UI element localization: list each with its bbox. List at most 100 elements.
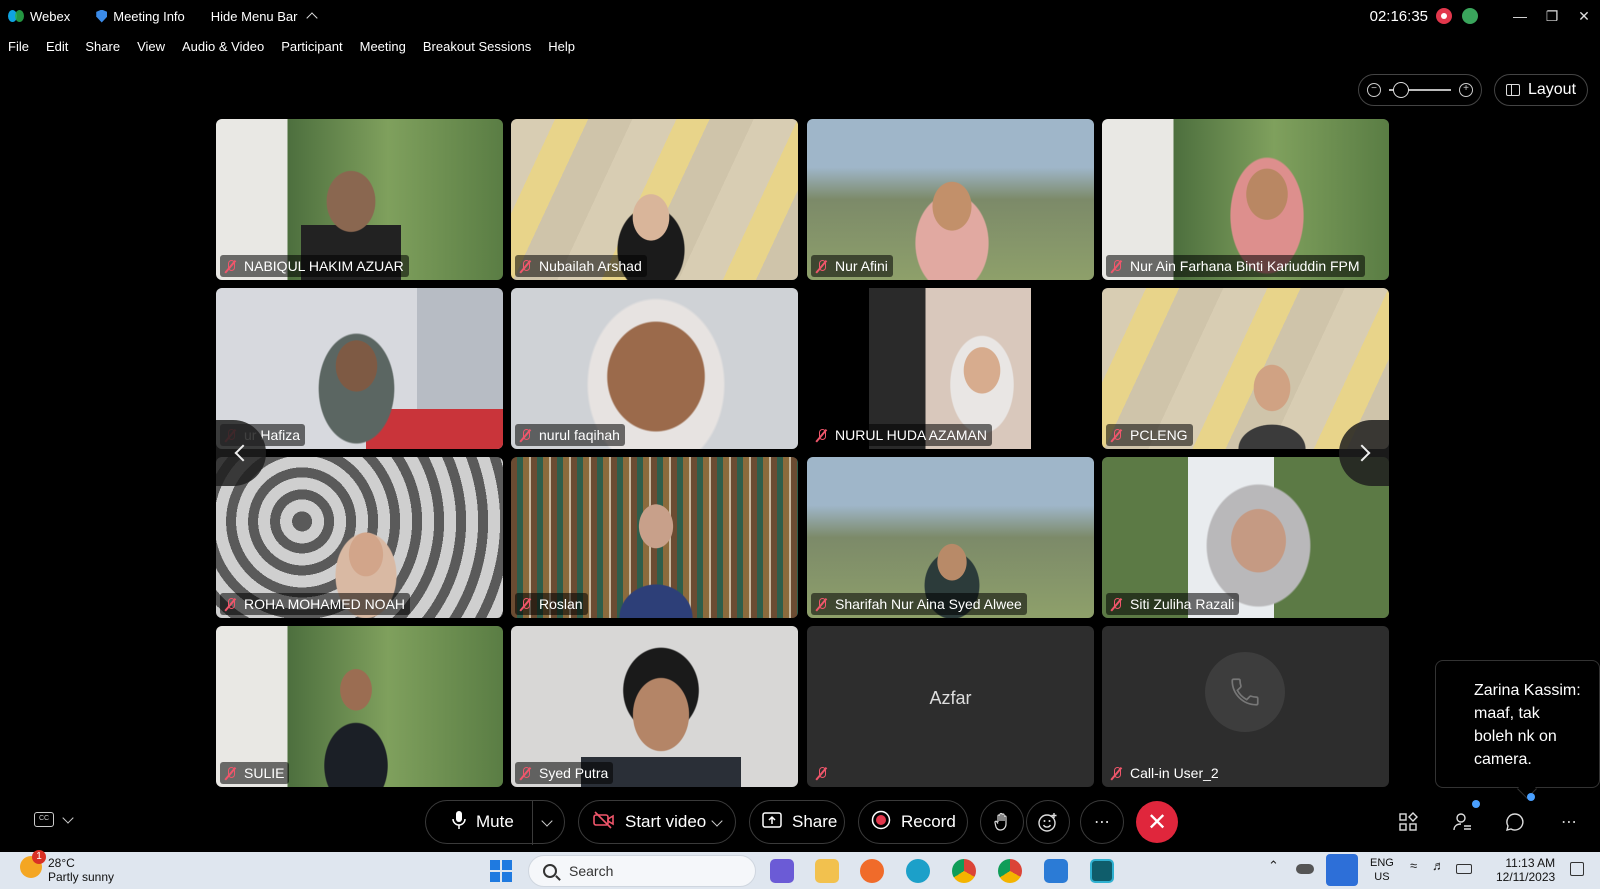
windows-start-icon[interactable] [490, 860, 512, 882]
video-tile[interactable]: Siti Zuliha Razali [1102, 457, 1389, 618]
chevron-up-icon[interactable]: ⌃ [1268, 858, 1279, 874]
participant-name: NABIQUL HAKIM AZUAR [244, 258, 404, 274]
zoom-slider[interactable] [1389, 82, 1451, 98]
participant-name-tag: Roslan [515, 593, 588, 615]
close-window-button[interactable]: ✕ [1568, 0, 1600, 32]
video-tile[interactable]: PCLENG [1102, 288, 1389, 449]
video-options-dropdown[interactable] [703, 801, 731, 845]
phone-icon [1205, 652, 1285, 732]
video-tile[interactable]: Nubailah Arshad [511, 119, 798, 280]
participants-button[interactable] [1450, 810, 1474, 834]
restore-button[interactable]: ❐ [1536, 0, 1568, 32]
menu-file[interactable]: File [8, 39, 29, 54]
menu-meeting[interactable]: Meeting [360, 39, 406, 54]
teams-app-icon[interactable] [770, 859, 794, 883]
network-health-icon[interactable] [1462, 8, 1478, 24]
file-explorer-icon[interactable] [815, 859, 839, 883]
record-icon [871, 810, 891, 835]
webex-taskbar-icon[interactable] [1090, 859, 1114, 883]
more-horizontal-icon: ⋯ [1561, 814, 1577, 831]
chevron-up-icon [305, 12, 318, 24]
muted-mic-icon [815, 428, 829, 443]
participant-name-tag: Syed Putra [515, 762, 614, 784]
video-tile[interactable]: Sharifah Nur Aina Syed Alwee [807, 457, 1094, 618]
meeting-info-button[interactable]: Meeting Info [96, 9, 185, 24]
app-title[interactable]: Webex [8, 9, 70, 24]
speaker-icon[interactable]: ♬ [1432, 858, 1445, 873]
chat-message-line: boleh nk on [1474, 728, 1557, 745]
taskbar-search[interactable]: Search [528, 855, 756, 887]
menu-edit[interactable]: Edit [46, 39, 68, 54]
notepad-icon[interactable] [1044, 859, 1068, 883]
video-tile[interactable]: Nur Ain Farhana Binti Kariuddin FPM [1102, 119, 1389, 280]
layout-button[interactable]: Layout [1494, 74, 1588, 106]
mute-button[interactable]: Mute [425, 800, 565, 845]
menu-audio-video[interactable]: Audio & Video [182, 39, 264, 54]
language-indicator[interactable]: ENG US [1370, 856, 1394, 884]
video-tile[interactable]: nurul faqihah [511, 288, 798, 449]
chevron-left-icon [234, 444, 252, 462]
closed-captions-icon: CC [34, 812, 54, 827]
search-label: Search [569, 863, 614, 879]
video-tile[interactable]: Roslan [511, 457, 798, 618]
more-panels-button[interactable]: ⋯ [1557, 810, 1581, 834]
language-code: ENG [1370, 857, 1394, 869]
menu-participant[interactable]: Participant [281, 39, 342, 54]
record-button[interactable]: Record [858, 800, 968, 844]
chrome-icon[interactable] [952, 859, 976, 883]
firefox-icon[interactable] [860, 859, 884, 883]
chat-notification[interactable]: Zarina Kassim: maaf, tak boleh nk on cam… [1435, 660, 1600, 788]
avatar-tile[interactable]: Azfar [807, 626, 1094, 787]
participant-name: Roslan [539, 596, 583, 612]
participant-name-tag: NURUL HUDA AZAMAN [811, 424, 992, 446]
chat-button[interactable] [1503, 810, 1527, 834]
audio-options-dropdown[interactable] [532, 801, 560, 845]
participant-name: Syed Putra [539, 765, 609, 781]
start-video-button[interactable]: Start video [578, 800, 736, 844]
participant-name-tag: Nubailah Arshad [515, 255, 647, 277]
menu-breakout-sessions[interactable]: Breakout Sessions [423, 39, 531, 54]
leave-meeting-button[interactable]: ✕ [1136, 801, 1178, 843]
system-clock[interactable]: 11:13 AM 12/11/2023 [1496, 856, 1555, 884]
minimize-button[interactable]: — [1504, 0, 1536, 32]
notifications-icon[interactable] [1570, 862, 1584, 876]
recording-indicator-icon[interactable] [1436, 8, 1452, 24]
video-tile[interactable]: Syed Putra [511, 626, 798, 787]
zoom-in-icon[interactable]: + [1459, 83, 1473, 97]
video-tile[interactable]: NURUL HUDA AZAMAN [807, 288, 1094, 449]
participant-name: Nur Afini [835, 258, 888, 274]
microphone-in-use-icon[interactable] [1326, 854, 1358, 886]
muted-mic-icon [519, 428, 533, 443]
edge-icon[interactable] [906, 859, 930, 883]
captions-button[interactable]: CC [34, 811, 74, 827]
menu-view[interactable]: View [137, 39, 165, 54]
video-tile[interactable]: ur Hafiza [216, 288, 503, 449]
hide-menu-bar-button[interactable]: Hide Menu Bar [211, 9, 318, 24]
zoom-slider-thumb[interactable] [1393, 82, 1409, 98]
share-button[interactable]: Share [749, 800, 845, 844]
menu-help[interactable]: Help [548, 39, 575, 54]
video-tile[interactable]: Nur Afini [807, 119, 1094, 280]
more-horizontal-icon: ⋯ [1094, 814, 1110, 831]
onedrive-icon[interactable] [1296, 864, 1314, 874]
video-tile[interactable]: SULIE [216, 626, 503, 787]
video-tile[interactable]: NABIQUL HAKIM AZUAR [216, 119, 503, 280]
muted-mic-icon [1110, 597, 1124, 612]
chrome-profile-icon[interactable] [998, 859, 1022, 883]
menu-share[interactable]: Share [85, 39, 120, 54]
zoom-out-icon[interactable]: − [1367, 83, 1381, 97]
apps-button[interactable] [1396, 810, 1420, 834]
reactions-button[interactable] [1026, 800, 1070, 844]
weather-widget[interactable]: 1 28°C Partly sunny [20, 850, 114, 884]
smiley-icon [1038, 813, 1057, 832]
share-screen-icon [762, 811, 782, 833]
raise-hand-button[interactable] [980, 800, 1024, 844]
participant-name-tag: PCLENG [1106, 424, 1193, 446]
battery-icon[interactable] [1456, 864, 1472, 874]
wifi-icon[interactable]: ≈ [1410, 858, 1417, 873]
video-tile[interactable]: ROHA MOHAMED NOAH [216, 457, 503, 618]
call-in-tile[interactable]: Call-in User_2 [1102, 626, 1389, 787]
chevron-down-icon [62, 811, 74, 824]
meeting-timer: 02:16:35 [1369, 7, 1428, 25]
more-options-button[interactable]: ⋯ [1080, 800, 1124, 844]
